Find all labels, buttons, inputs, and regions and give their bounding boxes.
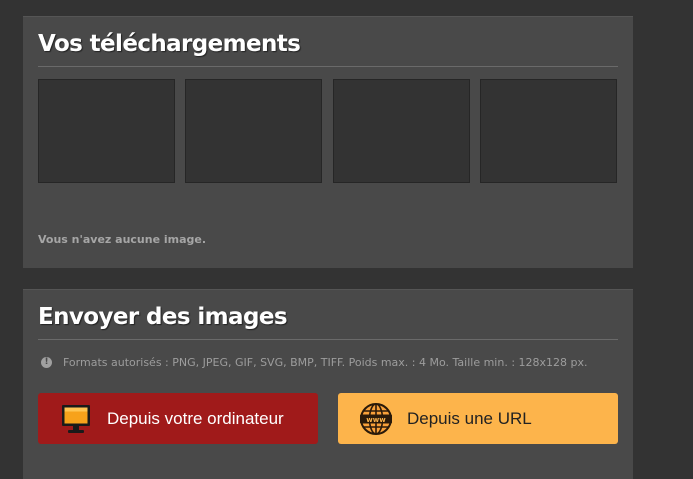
formats-info: ! Formats autorisés : PNG, JPEG, GIF, SV… (41, 356, 588, 369)
computer-monitor-icon (62, 404, 90, 433)
empty-uploads-message: Vous n'avez aucune image. (38, 233, 207, 246)
uploads-panel: Vos téléchargements Vous n'avez aucune i… (23, 16, 633, 268)
uploads-title: Vos téléchargements (38, 31, 301, 57)
send-images-panel: Envoyer des images ! Formats autorisés :… (23, 289, 633, 479)
thumbnail-slot (38, 79, 175, 183)
upload-from-url-label: Depuis une URL (407, 408, 532, 428)
thumbnail-slot (333, 79, 470, 183)
upload-from-computer-button[interactable]: Depuis votre ordinateur (38, 393, 318, 444)
send-title-divider (38, 339, 618, 340)
upload-from-url-button[interactable]: www Depuis une URL (338, 393, 618, 444)
info-icon: ! (41, 357, 52, 368)
thumbnail-slot (480, 79, 617, 183)
formats-info-text: Formats autorisés : PNG, JPEG, GIF, SVG,… (63, 356, 588, 369)
uploads-title-divider (38, 66, 618, 67)
upload-from-computer-label: Depuis votre ordinateur (107, 408, 284, 428)
send-images-title: Envoyer des images (38, 304, 288, 330)
thumbnail-slot (185, 79, 322, 183)
svg-text:www: www (366, 416, 386, 424)
www-globe-icon: www (360, 402, 392, 435)
